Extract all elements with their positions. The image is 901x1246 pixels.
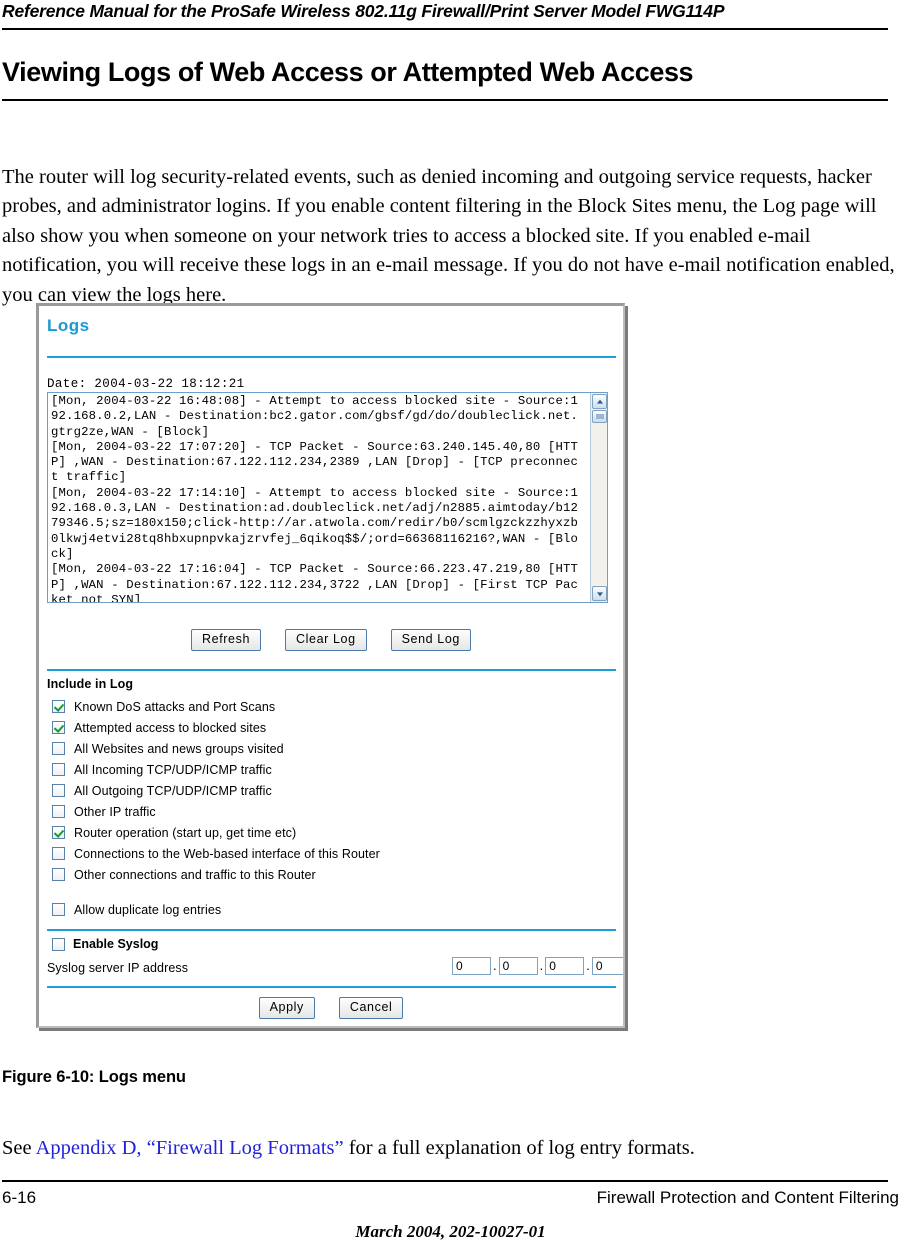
- list-item[interactable]: Known DoS attacks and Port Scans: [47, 696, 380, 717]
- form-action-buttons: Apply Cancel: [39, 997, 623, 1019]
- checkbox-all-outgoing-traffic[interactable]: [52, 784, 65, 797]
- log-date-line: Date: 2004-03-22 18:12:21: [47, 377, 245, 391]
- list-item-label: Attempted access to blocked sites: [74, 720, 267, 735]
- checkbox-other-ip-traffic[interactable]: [52, 805, 65, 818]
- checkbox-all-websites-visited[interactable]: [52, 742, 65, 755]
- list-item[interactable]: Other connections and traffic to this Ro…: [47, 864, 380, 885]
- send-log-button[interactable]: Send Log: [390, 629, 471, 651]
- divider-bottom: [47, 986, 616, 988]
- see-also-line: See Appendix D, “Firewall Log Formats” f…: [2, 1134, 695, 1162]
- syslog-server-ip-fields: 0 . 0 . 0 . 0: [452, 957, 623, 975]
- list-item-label: All Outgoing TCP/UDP/ICMP traffic: [74, 783, 272, 798]
- log-textarea-content: [Mon, 2004-03-22 16:48:08] - Attempt to …: [51, 394, 579, 603]
- syslog-ip-octet-4[interactable]: 0: [591, 957, 623, 975]
- include-in-log-heading: Include in Log: [47, 677, 134, 691]
- checkbox-allow-duplicate-entries[interactable]: [52, 903, 65, 916]
- list-item[interactable]: All Websites and news groups visited: [47, 738, 380, 759]
- checkbox-router-operation[interactable]: [52, 826, 65, 839]
- checkbox-all-incoming-traffic[interactable]: [52, 763, 65, 776]
- list-item[interactable]: Connections to the Web-based interface o…: [47, 843, 380, 864]
- page-title-rule: [2, 99, 888, 101]
- footer-chapter-name: Firewall Protection and Content Filterin…: [596, 1188, 899, 1207]
- see-also-prefix: See: [2, 1137, 36, 1159]
- enable-syslog-row[interactable]: Enable Syslog: [52, 937, 158, 951]
- log-scrollbar[interactable]: [590, 393, 607, 602]
- syslog-ip-octet-1[interactable]: 0: [452, 957, 491, 975]
- cancel-button[interactable]: Cancel: [338, 997, 404, 1019]
- list-item-label: Connections to the Web-based interface o…: [74, 846, 380, 861]
- divider-include-in-log: [47, 669, 616, 671]
- refresh-button[interactable]: Refresh: [191, 629, 262, 651]
- list-item-label: All Incoming TCP/UDP/ICMP traffic: [74, 762, 272, 777]
- appendix-d-link[interactable]: Appendix D, “Firewall Log Formats”: [36, 1137, 344, 1159]
- checkbox-web-interface-connections[interactable]: [52, 847, 65, 860]
- running-head-rule: [2, 28, 888, 30]
- log-textarea[interactable]: [Mon, 2004-03-22 16:48:08] - Attempt to …: [47, 392, 608, 603]
- list-item[interactable]: All Incoming TCP/UDP/ICMP traffic: [47, 759, 380, 780]
- list-item-label: Known DoS attacks and Port Scans: [74, 699, 276, 714]
- running-head: Reference Manual for the ProSafe Wireles…: [0, 0, 901, 34]
- syslog-ip-octet-2[interactable]: 0: [498, 957, 538, 975]
- syslog-ip-octet-3[interactable]: 0: [545, 957, 585, 975]
- checkbox-known-dos-attacks[interactable]: [52, 700, 65, 713]
- intro-paragraph: The router will log security-related eve…: [2, 165, 895, 306]
- divider-syslog: [47, 929, 616, 931]
- ip-separator: .: [493, 958, 497, 973]
- scroll-down-icon[interactable]: [592, 586, 607, 601]
- list-item-label: Router operation (start up, get time etc…: [74, 825, 297, 840]
- see-also-suffix: for a full explanation of log entry form…: [343, 1137, 695, 1159]
- logs-menu-figure: Logs Date: 2004-03-22 18:12:21 [Mon, 200…: [36, 303, 625, 1028]
- checkbox-attempted-access-blocked[interactable]: [52, 721, 65, 734]
- syslog-server-ip-label: Syslog server IP address: [47, 961, 189, 975]
- footer-rule: [2, 1180, 888, 1182]
- apply-button[interactable]: Apply: [258, 997, 315, 1019]
- clear-log-button[interactable]: Clear Log: [285, 629, 367, 651]
- enable-syslog-label: Enable Syslog: [73, 937, 159, 951]
- page-title: Viewing Logs of Web Access or Attempted …: [2, 57, 694, 87]
- figure-caption: Figure 6-10: Logs menu: [2, 1068, 186, 1086]
- list-item[interactable]: Attempted access to blocked sites: [47, 717, 380, 738]
- running-head-text: Reference Manual for the ProSafe Wireles…: [2, 1, 725, 21]
- list-item-label: Other connections and traffic to this Ro…: [74, 867, 316, 882]
- include-in-log-options: Known DoS attacks and Port Scans Attempt…: [47, 696, 380, 920]
- footer-date-code: March 2004, 202-10027-01: [355, 1222, 546, 1241]
- list-item[interactable]: Allow duplicate log entries: [47, 899, 380, 920]
- list-item[interactable]: All Outgoing TCP/UDP/ICMP traffic: [47, 780, 380, 801]
- list-item-label: All Websites and news groups visited: [74, 741, 284, 756]
- checkbox-other-connections[interactable]: [52, 868, 65, 881]
- logs-menu-panel: Logs Date: 2004-03-22 18:12:21 [Mon, 200…: [39, 306, 623, 1026]
- log-action-buttons: Refresh Clear Log Send Log: [39, 629, 623, 651]
- checkbox-enable-syslog[interactable]: [52, 937, 65, 951]
- divider-top: [47, 356, 616, 358]
- list-item-label: Other IP traffic: [74, 804, 156, 819]
- scroll-up-icon[interactable]: [592, 394, 607, 409]
- ip-separator: .: [586, 958, 590, 973]
- list-item[interactable]: Router operation (start up, get time etc…: [47, 822, 380, 843]
- footer-page-number: 6-16: [2, 1188, 37, 1207]
- ip-separator: .: [539, 958, 544, 973]
- scrollbar-thumb[interactable]: [592, 410, 607, 423]
- list-item-label: Allow duplicate log entries: [74, 902, 222, 917]
- logs-panel-title: Logs: [47, 316, 90, 335]
- list-item[interactable]: Other IP traffic: [47, 801, 380, 822]
